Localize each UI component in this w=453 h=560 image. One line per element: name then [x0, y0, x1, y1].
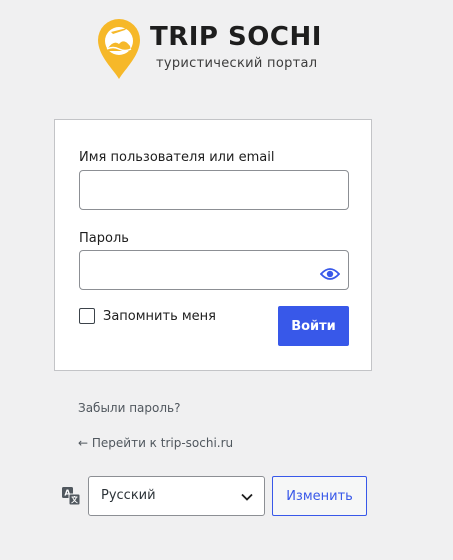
show-password-button[interactable] [315, 262, 345, 286]
password-label: Пароль [79, 231, 129, 246]
chevron-down-icon [241, 493, 253, 501]
login-form: Имя пользователя или email Пароль Запомн… [54, 119, 372, 371]
map-pin-logo-icon [98, 19, 140, 79]
change-language-button[interactable]: Изменить [272, 476, 367, 516]
logo-title: TRIP SOCHI [150, 22, 322, 52]
lost-password-link[interactable]: Забыли пароль? [78, 401, 180, 415]
site-logo[interactable]: TRIP SOCHI туристический портал [96, 18, 336, 84]
eye-icon [320, 268, 340, 280]
back-to-site-link[interactable]: ← Перейти к trip-sochi.ru [78, 436, 233, 450]
username-label: Имя пользователя или email [79, 150, 275, 165]
login-button[interactable]: Войти [278, 306, 349, 346]
password-field[interactable] [79, 250, 349, 290]
language-select-value: Русский [101, 488, 156, 503]
remember-me-checkbox[interactable] [79, 308, 95, 324]
logo-subtitle: туристический портал [156, 56, 318, 71]
language-select[interactable]: Русский [88, 476, 265, 516]
remember-me-label[interactable]: Запомнить меня [103, 309, 216, 324]
username-field[interactable] [79, 170, 349, 210]
translation-icon: A [62, 487, 81, 506]
